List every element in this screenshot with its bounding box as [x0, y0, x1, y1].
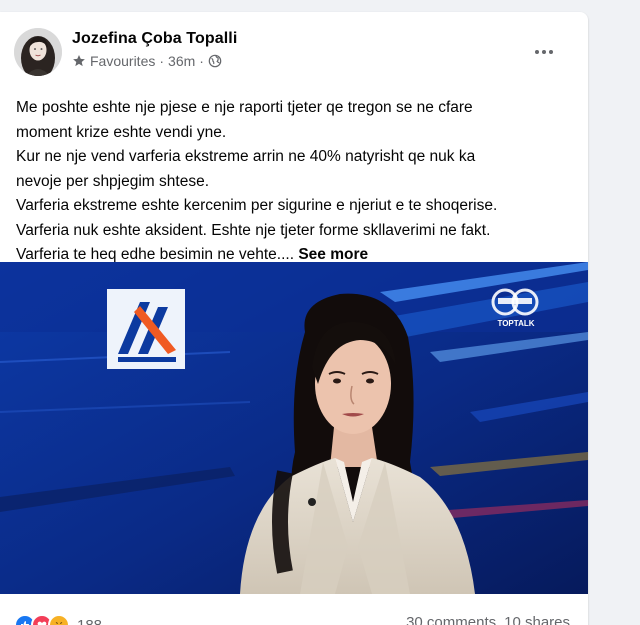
post-body: Me poshte eshte nje pjese e nje raporti … [16, 96, 576, 268]
more-options-button[interactable] [528, 36, 560, 68]
engagement-stats: 30 comments 10 shares [406, 614, 570, 625]
reaction-count: 188 [77, 616, 103, 625]
more-options-icon [535, 50, 539, 54]
comments-count-link[interactable]: 30 comments [406, 614, 496, 625]
post-text-line: Varferia ekstreme eshte kercenim per sig… [16, 197, 498, 214]
see-more-link[interactable]: See more [298, 246, 368, 263]
post-footer: 188 30 comments 10 shares [14, 614, 574, 625]
meta-separator-2: · [199, 53, 204, 69]
reaction-summary[interactable]: 188 [14, 614, 102, 625]
post-image[interactable]: TOPTALK [0, 262, 588, 594]
author-name[interactable]: Jozefina Çoba Topalli [72, 30, 237, 48]
audience-label[interactable]: Favourites [90, 53, 155, 69]
haha-reaction-icon [48, 614, 70, 625]
post-text-line: Varferia te heq edhe besimin ne vehte...… [16, 246, 295, 263]
tv-studio-photo: TOPTALK [0, 262, 588, 594]
post-card: Jozefina Çoba Topalli Favourites · 36m · [0, 12, 588, 625]
avatar-portrait-icon [14, 28, 62, 76]
post-time[interactable]: 36m [168, 53, 195, 69]
author-avatar[interactable] [14, 28, 62, 76]
channel-badge-label: TOPTALK [497, 319, 534, 328]
post-meta: Favourites · 36m · [72, 53, 222, 69]
more-options-dot [542, 50, 546, 54]
globe-icon [208, 54, 222, 68]
post-text-line: moment krize eshte vendi yne. [16, 123, 227, 141]
meta-separator: · [159, 53, 165, 69]
post-text-line: Varferia nuk eshte aksident. Eshte nje t… [16, 221, 491, 239]
shares-count-link[interactable]: 10 shares [504, 614, 570, 625]
post-text-line: nevoje per shpjegim shtese. [16, 172, 210, 190]
post-header: Jozefina Çoba Topalli Favourites · 36m · [14, 28, 574, 80]
more-options-dot [549, 50, 553, 54]
studio-logo [107, 289, 185, 369]
post-text-line: Kur ne nje vend varferia ekstreme arrin … [16, 148, 476, 165]
star-icon [73, 55, 85, 67]
post-text-line: Me poshte eshte nje pjese e nje raporti … [16, 99, 473, 116]
facebook-feed-page: Jozefina Çoba Topalli Favourites · 36m · [0, 0, 640, 625]
